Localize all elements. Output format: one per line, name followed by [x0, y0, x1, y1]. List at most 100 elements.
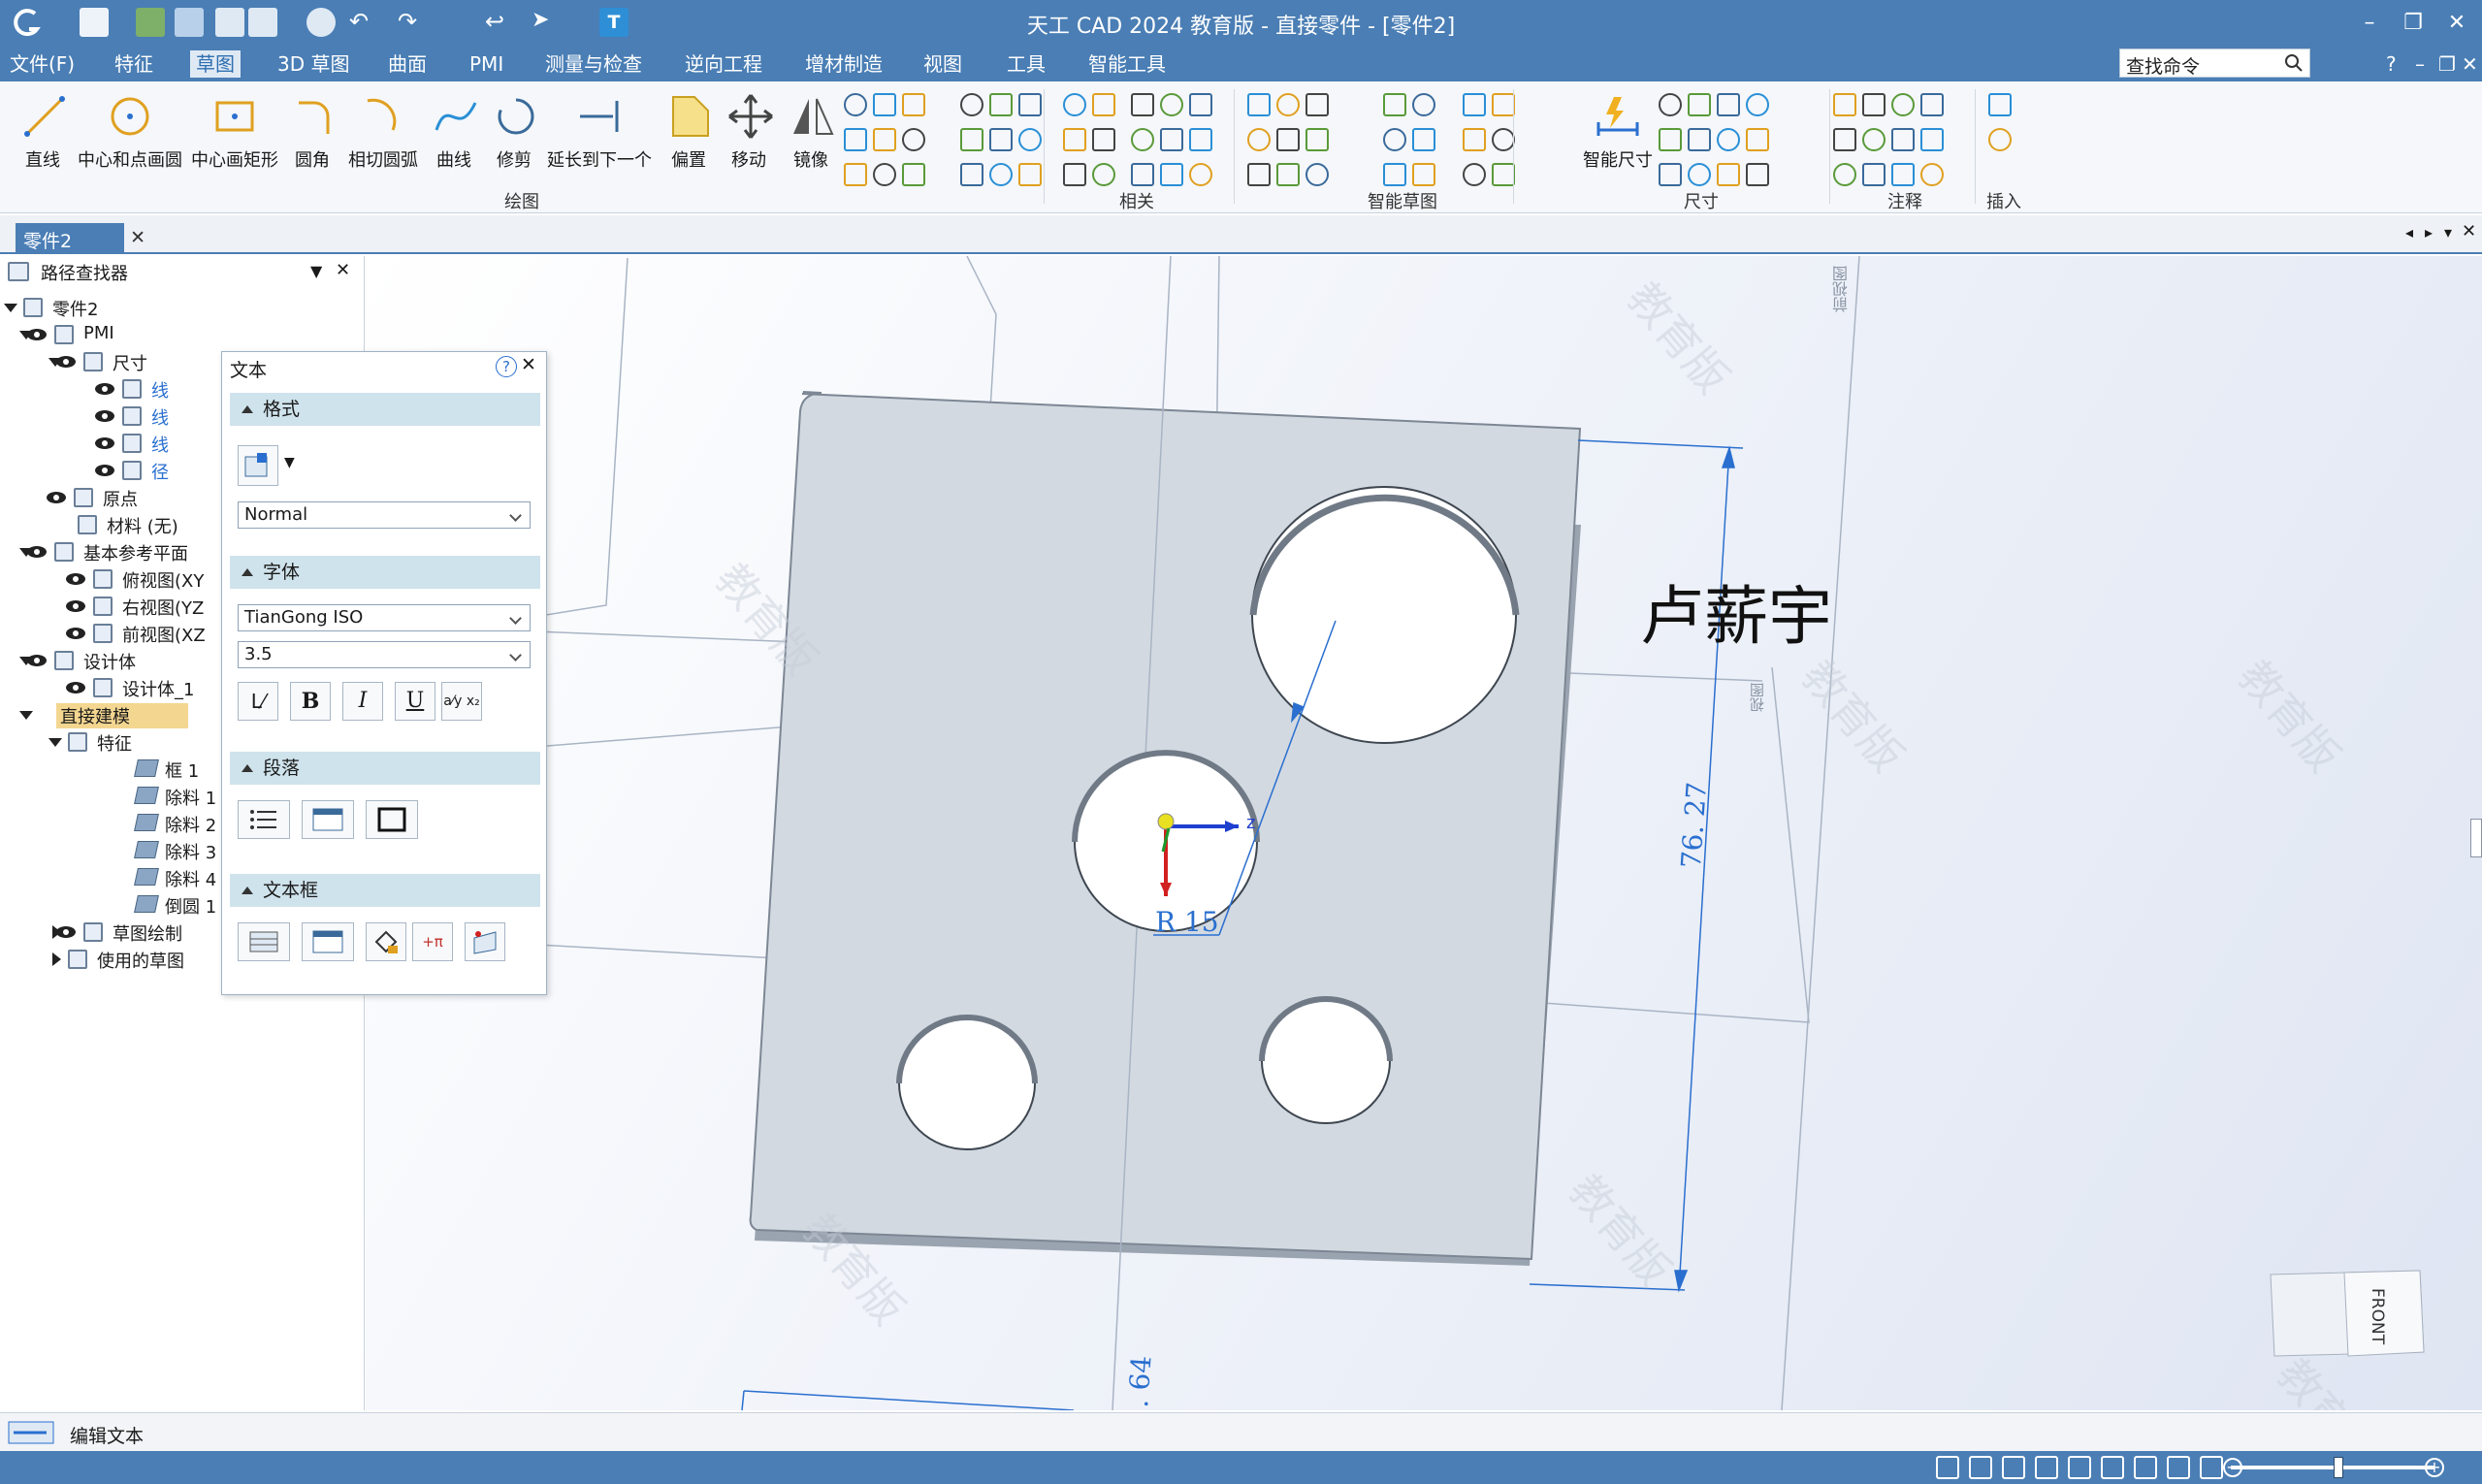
ribbon-tool-icon[interactable]: [1160, 163, 1183, 186]
ribbon-tool-icon[interactable]: [1688, 163, 1711, 186]
search-icon[interactable]: [2284, 53, 2304, 73]
ribbon-tool-icon[interactable]: [1746, 163, 1769, 186]
ribbon-tool-icon[interactable]: [1862, 128, 1886, 151]
textbox-frame-button[interactable]: [302, 922, 354, 961]
dialog-close-icon[interactable]: ✕: [521, 354, 536, 375]
visibility-eye-icon[interactable]: [66, 682, 85, 694]
ribbon-tool-icon[interactable]: [1463, 93, 1486, 116]
zoom-slider-thumb[interactable]: [2334, 1457, 2343, 1478]
visibility-eye-icon[interactable]: [95, 410, 114, 422]
view-control-icon[interactable]: [2101, 1456, 2124, 1479]
ribbon-tool-icon[interactable]: [1463, 163, 1486, 186]
ribbon-tool-icon[interactable]: [1189, 93, 1212, 116]
ribbon-tool-icon[interactable]: [844, 163, 867, 186]
menu-smart-tools[interactable]: 智能工具: [1082, 50, 1172, 78]
ribbon-tool-icon[interactable]: [1305, 93, 1329, 116]
tree-item[interactable]: 特征: [0, 729, 221, 755]
italic-button[interactable]: I: [342, 682, 383, 721]
ribbon-tool-icon[interactable]: [1276, 163, 1300, 186]
large-hole[interactable]: [1251, 486, 1517, 744]
menu-file[interactable]: 文件(F): [4, 50, 81, 78]
ribbon-tool-icon[interactable]: [873, 163, 896, 186]
visibility-eye-icon[interactable]: [95, 437, 114, 449]
ribbon-tool-icon[interactable]: [1247, 93, 1271, 116]
ribbon-tool-icon[interactable]: [1276, 93, 1300, 116]
view-control-icon[interactable]: [1969, 1456, 1992, 1479]
tree-item[interactable]: 尺寸: [0, 349, 221, 374]
ribbon-tool-icon[interactable]: [1833, 163, 1856, 186]
view-control-icon[interactable]: [1936, 1456, 1959, 1479]
ribbon-tool-icon[interactable]: [1305, 128, 1329, 151]
dialog-help-icon[interactable]: ?: [496, 356, 517, 377]
ribbon-tool-icon[interactable]: [1891, 93, 1915, 116]
ribbon-tool-icon[interactable]: [1988, 93, 2012, 116]
ribbon-min-button[interactable]: –: [2409, 50, 2431, 78]
model-canvas[interactable]: [366, 256, 2482, 1410]
menu-additive[interactable]: 增材制造: [799, 50, 888, 78]
ribbon-tool-icon[interactable]: [1247, 128, 1271, 151]
tree-item[interactable]: 框 1: [0, 757, 221, 782]
bullet-list-button[interactable]: [238, 800, 290, 839]
ribbon-tool-icon[interactable]: [902, 93, 925, 116]
command-bar-icon[interactable]: [8, 1421, 54, 1444]
ribbon-tool-icon[interactable]: [1862, 163, 1886, 186]
restore-button[interactable]: ❐: [2394, 8, 2433, 39]
annotation-text[interactable]: 卢薪宇: [1640, 565, 1832, 658]
tree-item[interactable]: 草图绘制: [0, 919, 221, 945]
ribbon-tool-icon[interactable]: [960, 163, 983, 186]
ribbon-tool-icon[interactable]: [873, 93, 896, 116]
dim-76-label[interactable]: 76. 27: [1675, 781, 1713, 869]
smart-dimension-button[interactable]: 智能尺寸: [1581, 91, 1655, 172]
tree-item[interactable]: 设计体: [0, 648, 221, 673]
visibility-eye-icon[interactable]: [95, 383, 114, 395]
line-button[interactable]: 直线: [19, 91, 66, 172]
ribbon-tool-icon[interactable]: [1463, 128, 1486, 151]
ribbon-tool-icon[interactable]: [1131, 93, 1154, 116]
circle-button[interactable]: 中心和点画圆: [76, 91, 184, 172]
visibility-eye-icon[interactable]: [56, 356, 76, 368]
text-style-dropdown-icon[interactable]: ▼: [284, 455, 295, 470]
ribbon-tool-icon[interactable]: [1833, 128, 1856, 151]
ribbon-tool-icon[interactable]: [1492, 128, 1515, 151]
visibility-eye-icon[interactable]: [47, 492, 66, 503]
graphics-viewport[interactable]: 卢薪宇 76. 27 R 15 . 64 z 前视图 视图 FRONT 教育版教…: [366, 256, 2482, 1410]
ribbon-tool-icon[interactable]: [1492, 163, 1515, 186]
mirror-button[interactable]: 镜像: [788, 91, 834, 172]
paragraph-section-header[interactable]: 段落: [230, 752, 540, 785]
ribbon-tool-icon[interactable]: [1717, 128, 1740, 151]
ribbon-tool-icon[interactable]: [1131, 163, 1154, 186]
visibility-eye-icon[interactable]: [66, 573, 85, 585]
ribbon-tool-icon[interactable]: [1688, 128, 1711, 151]
tree-item[interactable]: 基本参考平面: [0, 539, 221, 565]
trim-button[interactable]: 修剪: [491, 91, 537, 172]
document-tab[interactable]: 零件2 ✕: [16, 223, 145, 254]
ribbon-tool-icon[interactable]: [1276, 128, 1300, 151]
menu-pmi[interactable]: PMI: [464, 50, 509, 78]
tab-list-icon[interactable]: ▾: [2444, 223, 2452, 242]
rectangle-button[interactable]: 中心画矩形: [188, 91, 281, 172]
collapse-arrow-icon[interactable]: [4, 304, 17, 312]
view-cube[interactable]: [2270, 1270, 2425, 1357]
ribbon-tool-icon[interactable]: [1891, 128, 1915, 151]
ribbon-tool-icon[interactable]: [1189, 128, 1212, 151]
visibility-eye-icon[interactable]: [56, 926, 76, 938]
border-button[interactable]: [366, 800, 418, 839]
tree-item[interactable]: 使用的草图: [0, 947, 221, 972]
tab-scroll-left-icon[interactable]: ◂: [2405, 223, 2413, 242]
ribbon-tool-icon[interactable]: [1160, 93, 1183, 116]
visibility-eye-icon[interactable]: [66, 628, 85, 639]
ribbon-tool-icon[interactable]: [1383, 93, 1406, 116]
tree-item[interactable]: 线: [0, 403, 221, 429]
tree-item[interactable]: 材料 (无): [0, 512, 221, 537]
ribbon-tool-icon[interactable]: [1018, 128, 1042, 151]
menu-view[interactable]: 视图: [918, 50, 968, 78]
ribbon-tool-icon[interactable]: [989, 163, 1013, 186]
fraction-button[interactable]: a⁄y x₂: [441, 682, 482, 721]
ribbon-tool-icon[interactable]: [989, 128, 1013, 151]
menu-sketch[interactable]: 草图: [190, 50, 241, 78]
ribbon-tool-icon[interactable]: [844, 93, 867, 116]
ribbon-tool-icon[interactable]: [1305, 163, 1329, 186]
zoom-out-icon[interactable]: −: [2223, 1458, 2242, 1477]
ribbon-tool-icon[interactable]: [1092, 163, 1115, 186]
expand-arrow-icon[interactable]: [52, 952, 61, 966]
